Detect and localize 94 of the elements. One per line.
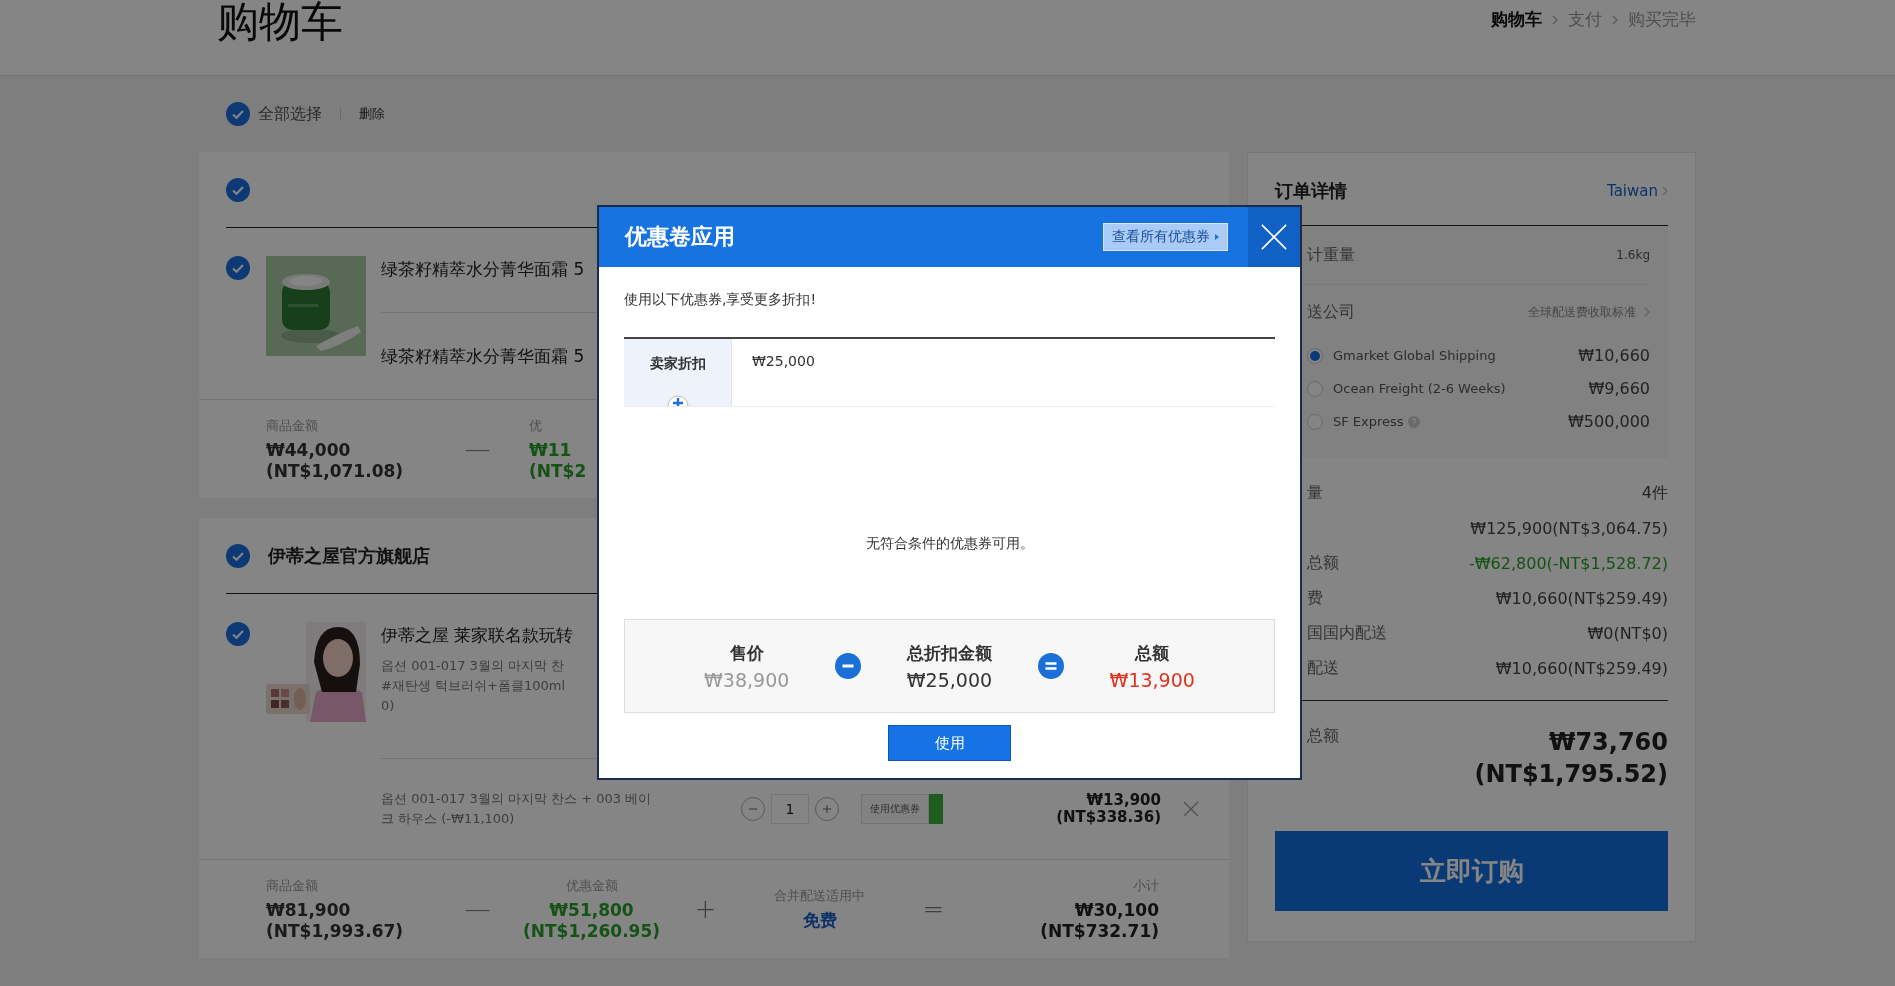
amount-value: (NT$2 <box>529 460 587 482</box>
quantity-field[interactable]: 1 <box>771 794 809 824</box>
summary-value: ₩0(NT$0) <box>1587 624 1668 643</box>
plus-icon <box>822 804 832 814</box>
coupon-button[interactable]: 使用优惠券 <box>861 794 929 824</box>
carrier-name: Gmarket Global Shipping <box>1333 348 1496 363</box>
breakdown-label: 售价 <box>729 641 764 665</box>
chevron-icon <box>1612 14 1618 25</box>
radio-button[interactable] <box>1307 413 1323 430</box>
breakdown-value: ₩13,900 <box>1109 668 1195 691</box>
carrier-price: ₩9,660 <box>1588 379 1650 398</box>
option-text: 0) <box>381 697 395 715</box>
section-label: 卖家折扣 <box>649 355 706 373</box>
option-text: 옵션 001-017 3월의 마지막 찬스 + 003 베이 <box>381 790 652 808</box>
amount-value: ₩11 <box>529 439 572 461</box>
checkbox[interactable] <box>226 543 250 568</box>
summary-label: 量 <box>1307 483 1323 504</box>
summary-value: ₩10,660(NT$259.49) <box>1495 589 1668 608</box>
page-title: 购物车 <box>217 0 343 44</box>
dialog-intro: 使用以下优惠券,享受更多折扣! <box>624 290 818 309</box>
summary-label: 费 <box>1307 588 1323 609</box>
panel-title: 订单详情 <box>1275 179 1347 203</box>
order-now-button[interactable]: 立即订购 <box>1275 831 1668 911</box>
amount-value: (NT$1,260.95) <box>522 920 661 942</box>
amount-value: (NT$1,993.67) <box>266 920 404 942</box>
chevron-icon <box>1552 14 1558 25</box>
breakdown-value: ₩25,000 <box>906 668 993 691</box>
radio-button[interactable] <box>1307 347 1323 364</box>
operator-sign: — <box>463 894 492 924</box>
operator-sign: — <box>463 434 492 464</box>
carrier-price: ₩500,000 <box>1568 412 1650 431</box>
minus-button[interactable] <box>741 797 765 821</box>
carrier-name: SF Express <box>1333 414 1404 429</box>
summary-value: 4件 <box>1641 483 1668 504</box>
checkbox[interactable] <box>226 256 250 280</box>
price: ₩13,900 <box>1086 792 1161 809</box>
summary-value: -₩62,800(-NT$1,528.72) <box>1469 554 1668 573</box>
discount-value: ₩25,000 <box>751 352 815 371</box>
close-icon <box>1260 223 1288 251</box>
summary-label: 配送 <box>1307 658 1339 679</box>
operator-sign: + <box>693 894 718 924</box>
amount-value: (NT$1,071.08) <box>266 460 404 482</box>
amount-value: ₩44,000 <box>266 439 351 461</box>
summary-value: ₩125,900(NT$3,064.75) <box>1470 519 1668 538</box>
country-link[interactable]: Taiwan <box>1607 182 1668 200</box>
summary-value: ₩10,660(NT$259.49) <box>1495 659 1668 678</box>
triangle-icon <box>1215 234 1219 240</box>
step-label: 购物车 <box>1491 8 1542 31</box>
amount-value: 免费 <box>802 910 837 931</box>
summary-label: 总额 <box>1307 553 1339 574</box>
amount-value: (NT$732.71) <box>1040 920 1159 942</box>
checkbox[interactable] <box>226 177 250 202</box>
close-icon[interactable] <box>1183 801 1199 817</box>
radio-button[interactable] <box>1307 380 1323 397</box>
option-text: 绿茶籽精萃水分菁华面霜 5 <box>381 345 585 368</box>
total-value-nt: (NT$1,795.52) <box>1474 759 1668 790</box>
select-all-label[interactable]: 全部选择 <box>258 103 322 125</box>
chevron-icon <box>1662 186 1668 196</box>
checkbox[interactable] <box>226 622 250 646</box>
amount-value: ₩81,900 <box>266 899 351 921</box>
breakdown-value: ₩38,900 <box>704 668 790 691</box>
weight-value: 1.6kg <box>1616 248 1650 262</box>
close-button[interactable] <box>1248 207 1300 267</box>
equals-icon <box>1037 653 1064 679</box>
breakdown-label: 总折扣金额 <box>906 641 992 665</box>
checkbox[interactable] <box>226 102 250 126</box>
delete-button[interactable]: 删除 <box>359 105 385 123</box>
dialog-title: 优惠卷应用 <box>625 223 735 251</box>
total-value: ₩73,760 <box>1548 727 1668 758</box>
all-coupons-button[interactable]: 查看所有优惠券 <box>1103 223 1228 251</box>
product-name[interactable]: 伊蒂之屋 莱家联名款玩转 <box>381 622 574 648</box>
product-name[interactable]: 绿茶籽精萃水分菁华面霜 5 <box>381 256 585 282</box>
summary-label: 国国内配送 <box>1307 623 1387 644</box>
breakdown-label: 总额 <box>1135 641 1170 665</box>
carrier-price: ₩10,660 <box>1578 346 1650 365</box>
carrier-label: 送公司 <box>1307 301 1355 323</box>
empty-message: 无符合条件的优惠券可用。 <box>864 534 1035 553</box>
minus-icon <box>835 653 862 679</box>
amount-value: ₩51,800 <box>549 899 634 921</box>
coupon-indicator <box>929 794 943 824</box>
seller-name[interactable]: 伊蒂之屋官方旗舰店 <box>268 543 430 568</box>
operator-sign: = <box>921 894 946 924</box>
option-text: 크 하우스 (-₩11,100) <box>381 810 515 828</box>
option-text: #재탄생 턱브러쉬+폼클100ml <box>381 677 565 695</box>
weight-label: 计重量 <box>1307 244 1355 266</box>
option-text: 옵션 001-017 3월의 마지막 찬 <box>381 657 565 675</box>
amount-value: ₩30,100 <box>1074 899 1159 921</box>
total-label: 总额 <box>1307 726 1339 747</box>
plus-button[interactable] <box>815 797 839 821</box>
chevron-icon <box>1644 307 1650 317</box>
carrier-name: Ocean Freight (2-6 Weeks) <box>1333 381 1506 396</box>
price-nt: (NT$338.36) <box>1056 809 1161 826</box>
plus-icon[interactable] <box>666 394 689 406</box>
apply-button[interactable]: 使用 <box>888 725 1011 761</box>
